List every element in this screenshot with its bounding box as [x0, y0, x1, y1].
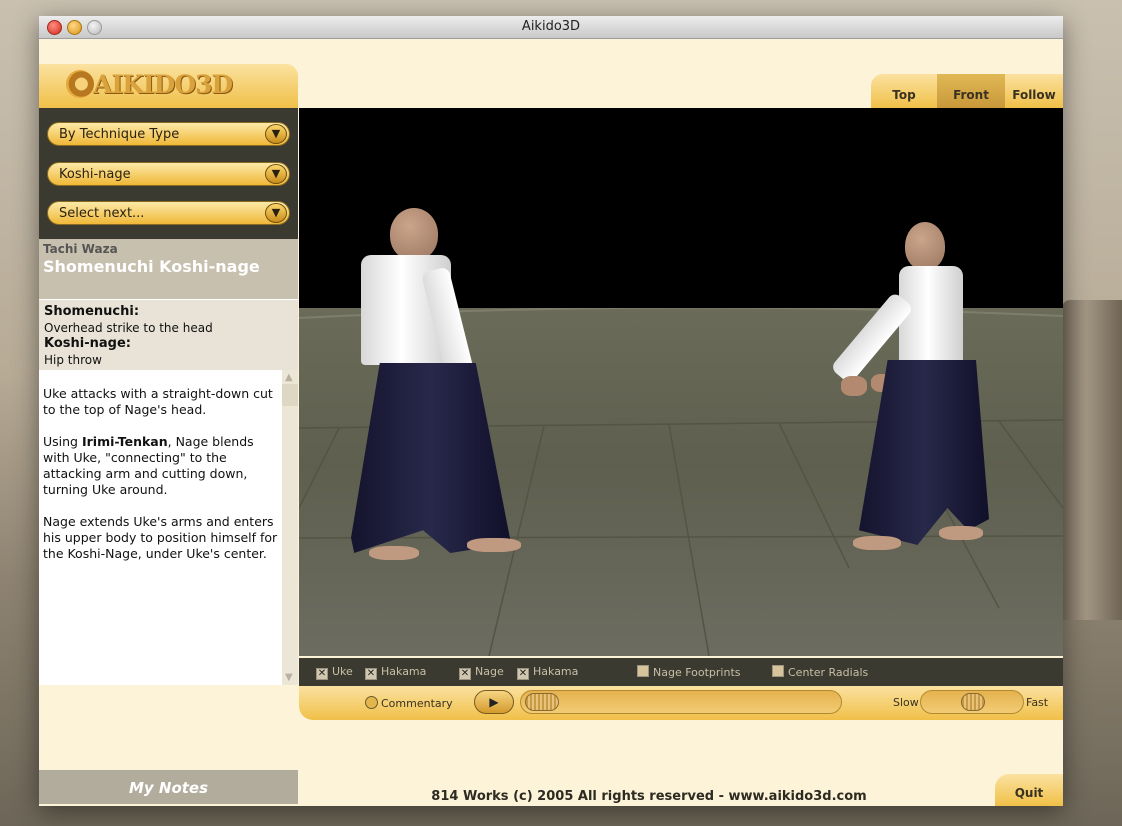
my-notes-button[interactable]: My Notes	[39, 770, 298, 804]
speed-fast-label: Fast	[1026, 696, 1049, 709]
uke-foot	[369, 546, 419, 560]
category-dropdown-label: By Technique Type	[59, 127, 180, 142]
display-options-bar: ✕ Uke ✕ Hakama ✕ Nage ✕ Hakama Nage Footprin…	[299, 658, 1063, 686]
app-window: Aikido3D AIKIDO3D By Technique Type ▼ Ko…	[39, 16, 1063, 806]
3d-viewport[interactable]	[299, 108, 1063, 656]
my-notes-label: My Notes	[128, 779, 209, 797]
nage-gi-top	[899, 266, 963, 366]
definition-term: Koshi-nage:	[44, 336, 131, 351]
radio-icon[interactable]	[365, 696, 378, 709]
scrollbar-thumb[interactable]	[282, 384, 298, 406]
title-bar: Aikido3D	[39, 16, 1063, 39]
nage-foot	[853, 536, 901, 550]
checkbox-unchecked-icon[interactable]	[637, 665, 649, 677]
scroll-down-arrow-icon[interactable]: ▼	[285, 672, 293, 683]
speed-slow-label: Slow	[893, 696, 919, 709]
toggle-label: Center Radials	[788, 666, 869, 679]
description-text: Using	[43, 434, 82, 449]
description-scrollbar[interactable]: ▲ ▼	[282, 370, 298, 685]
uke-head	[390, 208, 438, 260]
category-dropdown[interactable]: By Technique Type ▼	[47, 122, 290, 146]
checkbox-unchecked-icon[interactable]	[772, 665, 784, 677]
toggle-nage[interactable]: ✕ Nage	[459, 665, 504, 680]
timeline-slider[interactable]	[520, 690, 842, 714]
window-title: Aikido3D	[521, 19, 581, 34]
checkbox-checked-icon[interactable]: ✕	[459, 668, 471, 680]
toggle-label: Nage Footprints	[653, 666, 741, 679]
next-dropdown-label: Select next...	[59, 206, 145, 221]
aikido-logo-icon	[66, 70, 94, 98]
toggle-nage-hakama[interactable]: ✕ Hakama	[517, 665, 579, 680]
toggle-label: Uke	[332, 665, 353, 678]
speed-slider[interactable]	[920, 690, 1024, 714]
play-button[interactable]: ▶	[474, 690, 514, 714]
uke-foot	[467, 538, 521, 552]
technique-title: Shomenuchi Koshi-nage	[43, 257, 260, 276]
technique-description: Uke attacks with a straight-down cut to …	[39, 370, 282, 685]
nage-foot	[939, 526, 983, 540]
description-paragraph: Nage extends Uke's arms and enters his u…	[43, 514, 278, 561]
commentary-label: Commentary	[381, 697, 453, 710]
logo-panel: AIKIDO3D	[39, 64, 298, 108]
description-term: Irimi-Tenkan	[81, 434, 168, 449]
desktop-background	[1062, 300, 1122, 620]
speed-thumb[interactable]	[961, 693, 985, 711]
definition-meaning: Overhead strike to the head	[44, 321, 213, 335]
nage-head	[905, 222, 945, 270]
chevron-down-icon[interactable]: ▼	[265, 164, 287, 184]
definition-term: Shomenuchi:	[44, 304, 140, 319]
checkbox-checked-icon[interactable]: ✕	[316, 668, 328, 680]
toggle-nage-footprints[interactable]: Nage Footprints	[637, 665, 741, 679]
description-paragraph: Using Irimi-Tenkan, Nage blends with Uke…	[43, 434, 279, 498]
technique-dropdown-label: Koshi-nage	[59, 167, 131, 182]
checkbox-checked-icon[interactable]: ✕	[365, 668, 377, 680]
technique-definitions: Shomenuchi: Overhead strike to the head …	[39, 299, 298, 371]
toggle-uke[interactable]: ✕ Uke	[316, 665, 353, 680]
technique-category: Tachi Waza	[43, 242, 118, 256]
commentary-toggle[interactable]: Commentary	[365, 696, 453, 710]
tab-front[interactable]: Front	[937, 74, 1005, 108]
tab-follow[interactable]: Follow	[1005, 74, 1063, 108]
toggle-label: Hakama	[533, 665, 579, 678]
technique-dropdown[interactable]: Koshi-nage ▼	[47, 162, 290, 186]
timeline-thumb[interactable]	[525, 693, 559, 711]
toggle-uke-hakama[interactable]: ✕ Hakama	[365, 665, 427, 680]
definition-meaning: Hip throw	[44, 353, 102, 367]
description-paragraph: Uke attacks with a straight-down cut to …	[43, 386, 273, 417]
checkbox-checked-icon[interactable]: ✕	[517, 668, 529, 680]
tab-top[interactable]: Top	[871, 74, 937, 108]
toggle-center-radials[interactable]: Center Radials	[772, 665, 868, 679]
chevron-down-icon[interactable]: ▼	[265, 203, 287, 223]
logo-text: AIKIDO3D	[93, 70, 233, 99]
copyright-footer: 814 Works (c) 2005 All rights reserved -…	[431, 789, 867, 804]
selector-panel: By Technique Type ▼ Koshi-nage ▼ Select …	[39, 108, 298, 239]
quit-button[interactable]: Quit	[995, 774, 1063, 806]
playback-bar: Commentary ▶ Slow Fast	[299, 686, 1063, 720]
next-dropdown[interactable]: Select next... ▼	[47, 201, 290, 225]
play-icon: ▶	[489, 695, 499, 709]
view-tabs: Top Front Follow	[871, 74, 1063, 108]
scroll-up-arrow-icon[interactable]: ▲	[285, 372, 293, 383]
nage-hand	[841, 376, 867, 396]
technique-header: Tachi Waza Shomenuchi Koshi-nage	[39, 239, 298, 299]
chevron-down-icon[interactable]: ▼	[265, 124, 287, 144]
toggle-label: Nage	[475, 665, 504, 678]
toggle-label: Hakama	[381, 665, 427, 678]
